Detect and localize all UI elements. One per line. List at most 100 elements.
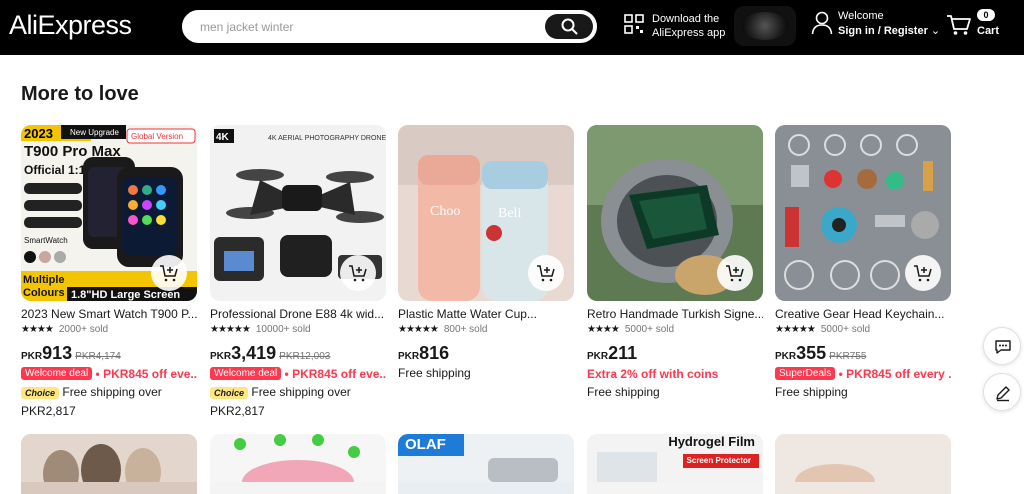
product-image[interactable] (21, 434, 197, 494)
welcome-text: Welcome (838, 10, 884, 22)
product-card[interactable] (210, 434, 386, 494)
promo-text: • PKR845 off eve... (95, 366, 197, 381)
signin-link[interactable]: Sign in / Register ⌄ (838, 24, 940, 37)
product-card[interactable]: Hydrogel Film Screen Protector (587, 434, 763, 494)
user-icon (811, 11, 833, 35)
product-card[interactable]: 4K 4K AERIAL PHOTOGRAPHY DRONE Professio… (210, 125, 386, 418)
search-button[interactable] (545, 14, 593, 39)
sold-count: 2000+ sold (58, 324, 109, 335)
cart-icon (947, 15, 971, 35)
shipping-text: Free shipping over (62, 385, 162, 399)
product-image[interactable]: Choo Beli (398, 125, 574, 301)
promo-text: • PKR845 off every ... (838, 366, 951, 381)
cart-label: Cart (977, 25, 1000, 37)
welcome-deal-badge: Welcome deal (21, 367, 93, 381)
promo-row: SuperDeals • PKR845 off every ... (775, 366, 951, 382)
add-to-cart-button[interactable] (151, 255, 187, 291)
product-title[interactable]: 2023 New Smart Watch T900 P... (21, 307, 197, 321)
product-title[interactable]: Professional Drone E88 4k wid... (210, 307, 386, 321)
product-title[interactable]: Plastic Matte Water Cup... (398, 307, 574, 321)
chevron-down-icon: ⌄ (930, 25, 941, 37)
product-rating: ★★★★ 5000+ sold (587, 324, 763, 337)
search-bar[interactable] (182, 10, 597, 43)
chat-button[interactable] (983, 327, 1021, 365)
promo-text: • PKR845 off eve... (284, 366, 386, 381)
add-cart-icon (160, 265, 178, 282)
add-to-cart-button[interactable] (528, 255, 564, 291)
price-amount: 913 (42, 343, 73, 363)
download-line2: AliExpress app (652, 27, 726, 39)
svg-text:New Upgrade: New Upgrade (70, 128, 119, 137)
product-card[interactable]: Creative Gear Head Keychain... ★★★★★ 5000… (775, 125, 951, 401)
section-title: More to love (21, 83, 139, 105)
product-card[interactable] (775, 434, 951, 494)
promo-text: Extra 2% off with coins (587, 366, 719, 381)
price-currency: PKR (210, 351, 232, 362)
rating-stars: ★★★★ (587, 324, 620, 335)
product-image[interactable] (775, 434, 951, 494)
price-amount: 211 (608, 343, 638, 363)
svg-text:Colours: Colours (23, 287, 65, 299)
qr-code-icon (624, 14, 644, 34)
price-amount: 816 (419, 343, 450, 363)
price-currency: PKR (21, 351, 43, 362)
product-image[interactable]: Hydrogel Film Screen Protector (587, 434, 763, 494)
product-card[interactable]: Choo Beli Plastic Matte Water Cup... ★★★… (398, 125, 574, 382)
shipping-row: Choice Free shipping over (21, 385, 197, 401)
pencil-icon (996, 386, 1010, 402)
shipping-text: Free shipping (775, 385, 848, 399)
aliexpress-logo[interactable]: AliExpress (9, 10, 132, 41)
promo-row: Welcome deal • PKR845 off eve... (21, 366, 197, 382)
gloves-image (21, 434, 197, 494)
search-input[interactable] (200, 18, 540, 36)
product-title[interactable]: Creative Gear Head Keychain... (775, 307, 951, 321)
jewelry-image (775, 434, 951, 494)
add-to-cart-button[interactable] (717, 255, 753, 291)
add-cart-icon (726, 265, 744, 282)
product-image[interactable]: OLAF (398, 434, 574, 494)
svg-text:Multiple: Multiple (23, 274, 65, 286)
olaf-label: OLAF (405, 436, 446, 453)
add-to-cart-button[interactable] (340, 255, 376, 291)
svg-text:1.8"HD Large Screen: 1.8"HD Large Screen (71, 289, 180, 301)
hydrogel-title: Hydrogel Film (668, 434, 755, 449)
rating-stars: ★★★★★ (398, 324, 439, 335)
add-cart-icon (537, 265, 555, 282)
product-image[interactable]: 4K 4K AERIAL PHOTOGRAPHY DRONE (210, 125, 386, 301)
promo-row: Welcome deal • PKR845 off eve... (210, 366, 386, 382)
product-card[interactable]: 2023 New Upgrade Global Version T900 Pro… (21, 125, 197, 418)
chat-icon (995, 340, 1011, 354)
product-card[interactable] (21, 434, 197, 494)
shipping-text: Free shipping over (251, 385, 351, 399)
feedback-button[interactable] (983, 373, 1021, 411)
svg-text:2023: 2023 (24, 126, 53, 141)
rating-stars: ★★★★★ (775, 324, 816, 335)
superdeals-badge: SuperDeals (775, 367, 836, 381)
product-image[interactable] (587, 125, 763, 301)
rating-stars: ★★★★ (21, 324, 54, 335)
product-card[interactable]: Retro Handmade Turkish Signe... ★★★★ 5000… (587, 125, 763, 401)
product-card[interactable]: OLAF (398, 434, 574, 494)
svg-text:4K: 4K (216, 132, 230, 143)
sold-count: 10000+ sold (255, 324, 311, 335)
product-price: PKR816 (398, 343, 574, 363)
add-to-cart-button[interactable] (905, 255, 941, 291)
product-title[interactable]: Retro Handmade Turkish Signe... (587, 307, 763, 321)
product-image[interactable]: 2023 New Upgrade Global Version T900 Pro… (21, 125, 197, 301)
shipping-row: Free shipping (587, 385, 763, 401)
signin-label: Sign in / Register (838, 25, 928, 37)
product-rating: ★★★★ 2000+ sold (21, 324, 197, 337)
product-image[interactable] (210, 434, 386, 494)
product-rating: ★★★★★ 10000+ sold (210, 324, 386, 337)
search-icon (561, 18, 578, 35)
product-rating: ★★★★★ 5000+ sold (775, 324, 951, 337)
original-price: PKR12,003 (279, 351, 331, 362)
shipping-threshold: PKR2,817 (210, 404, 265, 418)
promo-graphic (734, 6, 796, 46)
cart-count-badge: 0 (977, 9, 995, 21)
shipping-text: Free shipping (398, 366, 471, 380)
shipping-threshold: PKR2,817 (21, 404, 76, 418)
welcome-deal-badge: Welcome deal (210, 367, 282, 381)
svg-text:Beli: Beli (498, 206, 521, 221)
product-image[interactable] (775, 125, 951, 301)
